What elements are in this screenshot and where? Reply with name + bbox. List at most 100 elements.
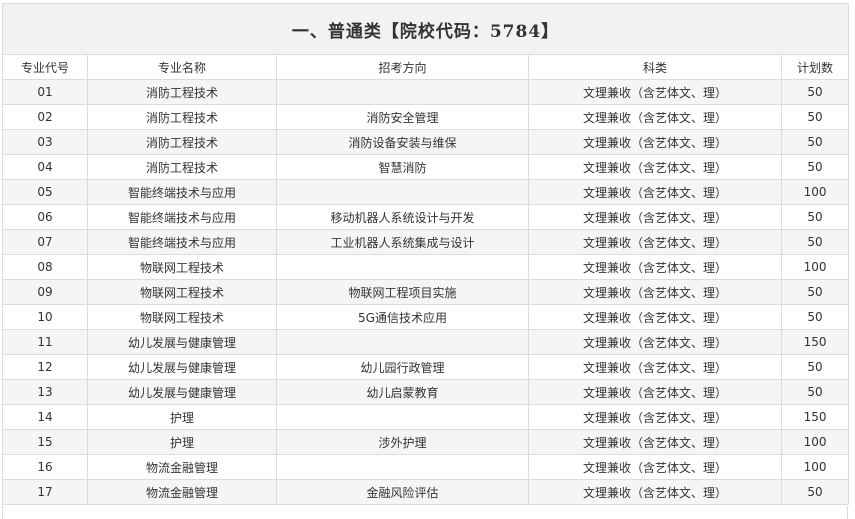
major-code-cell: 04 [2, 154, 88, 180]
category-cell: 文理兼收（含艺体文、理） [528, 229, 782, 255]
direction-cell [276, 179, 529, 205]
plan-count-cell: 50 [780, 204, 850, 230]
direction-cell [276, 254, 529, 280]
table-row: 14 护理 文理兼收（含艺体文、理） 150 [2, 404, 850, 430]
plan-count-cell: 50 [780, 104, 850, 130]
table-row: 04 消防工程技术 智慧消防 文理兼收（含艺体文、理） 50 [2, 154, 850, 180]
direction-cell: 消防安全管理 [276, 104, 529, 130]
category-cell: 文理兼收（含艺体文、理） [528, 204, 782, 230]
major-name-cell: 幼儿发展与健康管理 [87, 354, 277, 380]
page: 一、普通类【院校代码：5784】 专业代号 专业名称 招考方向 科类 计划数 0… [0, 0, 855, 519]
category-cell: 文理兼收（含艺体文、理） [528, 379, 782, 405]
major-name-cell: 幼儿发展与健康管理 [87, 379, 277, 405]
major-code-cell: 12 [2, 354, 88, 380]
category-cell: 文理兼收（含艺体文、理） [528, 279, 782, 305]
direction-cell: 消防设备安装与维保 [276, 129, 529, 155]
plan-count-cell: 50 [780, 79, 850, 105]
header-category: 科类 [528, 54, 782, 80]
major-name-cell: 消防工程技术 [87, 79, 277, 105]
major-name-cell: 消防工程技术 [87, 154, 277, 180]
direction-cell: 智慧消防 [276, 154, 529, 180]
major-code-cell: 05 [2, 179, 88, 205]
major-name-cell: 消防工程技术 [87, 129, 277, 155]
major-name-cell: 幼儿发展与健康管理 [87, 329, 277, 355]
direction-cell: 涉外护理 [276, 429, 529, 455]
table-continuation [2, 506, 848, 519]
major-name-cell: 物联网工程技术 [87, 304, 277, 330]
category-cell: 文理兼收（含艺体文、理） [528, 354, 782, 380]
plan-count-cell: 100 [780, 454, 850, 480]
major-name-cell: 物联网工程技术 [87, 279, 277, 305]
plan-count-cell: 50 [780, 379, 850, 405]
plan-count-cell: 150 [780, 329, 850, 355]
direction-cell: 金融风险评估 [276, 479, 529, 505]
major-code-cell: 07 [2, 229, 88, 255]
major-code-cell: 13 [2, 379, 88, 405]
major-code-cell: 16 [2, 454, 88, 480]
category-cell: 文理兼收（含艺体文、理） [528, 404, 782, 430]
plan-count-cell: 50 [780, 229, 850, 255]
plan-count-cell: 150 [780, 404, 850, 430]
plan-count-cell: 100 [780, 179, 850, 205]
major-code-cell: 02 [2, 104, 88, 130]
major-code-cell: 06 [2, 204, 88, 230]
major-code-cell: 01 [2, 79, 88, 105]
table-row: 06 智能终端技术与应用 移动机器人系统设计与开发 文理兼收（含艺体文、理） 50 [2, 204, 850, 230]
direction-cell: 工业机器人系统集成与设计 [276, 229, 529, 255]
major-name-cell: 物流金融管理 [87, 479, 277, 505]
plan-count-cell: 100 [780, 429, 850, 455]
direction-cell: 幼儿园行政管理 [276, 354, 529, 380]
category-cell: 文理兼收（含艺体文、理） [528, 304, 782, 330]
plan-count-cell: 100 [780, 254, 850, 280]
plan-count-cell: 50 [780, 154, 850, 180]
table-header-row: 专业代号 专业名称 招考方向 科类 计划数 [2, 54, 850, 80]
enrollment-plan-table: 一、普通类【院校代码：5784】 专业代号 专业名称 招考方向 科类 计划数 0… [1, 3, 850, 505]
plan-count-cell: 50 [780, 354, 850, 380]
category-cell: 文理兼收（含艺体文、理） [528, 129, 782, 155]
major-code-cell: 03 [2, 129, 88, 155]
table-row: 01 消防工程技术 文理兼收（含艺体文、理） 50 [2, 79, 850, 105]
table-row: 17 物流金融管理 金融风险评估 文理兼收（含艺体文、理） 50 [2, 479, 850, 505]
direction-cell [276, 79, 529, 105]
direction-cell: 移动机器人系统设计与开发 [276, 204, 529, 230]
major-name-cell: 智能终端技术与应用 [87, 204, 277, 230]
category-cell: 文理兼收（含艺体文、理） [528, 79, 782, 105]
major-name-cell: 智能终端技术与应用 [87, 179, 277, 205]
major-code-cell: 17 [2, 479, 88, 505]
major-name-cell: 物流金融管理 [87, 454, 277, 480]
header-plan-count: 计划数 [780, 54, 850, 80]
table-row: 11 幼儿发展与健康管理 文理兼收（含艺体文、理） 150 [2, 329, 850, 355]
category-cell: 文理兼收（含艺体文、理） [528, 479, 782, 505]
major-name-cell: 护理 [87, 429, 277, 455]
table-row: 05 智能终端技术与应用 文理兼收（含艺体文、理） 100 [2, 179, 850, 205]
category-cell: 文理兼收（含艺体文、理） [528, 254, 782, 280]
table-title: 一、普通类【院校代码：5784】 [1, 3, 850, 55]
table-row: 13 幼儿发展与健康管理 幼儿启蒙教育 文理兼收（含艺体文、理） 50 [2, 379, 850, 405]
major-name-cell: 消防工程技术 [87, 104, 277, 130]
major-code-cell: 09 [2, 279, 88, 305]
header-major-code: 专业代号 [2, 54, 88, 80]
category-cell: 文理兼收（含艺体文、理） [528, 429, 782, 455]
category-cell: 文理兼收（含艺体文、理） [528, 154, 782, 180]
category-cell: 文理兼收（含艺体文、理） [528, 454, 782, 480]
plan-count-cell: 50 [780, 304, 850, 330]
table-row: 08 物联网工程技术 文理兼收（含艺体文、理） 100 [2, 254, 850, 280]
table-title-row: 一、普通类【院校代码：5784】 [1, 3, 850, 55]
major-code-cell: 08 [2, 254, 88, 280]
plan-count-cell: 50 [780, 279, 850, 305]
major-name-cell: 智能终端技术与应用 [87, 229, 277, 255]
major-code-cell: 11 [2, 329, 88, 355]
plan-count-cell: 50 [780, 479, 850, 505]
plan-count-cell: 50 [780, 129, 850, 155]
major-name-cell: 物联网工程技术 [87, 254, 277, 280]
direction-cell [276, 454, 529, 480]
direction-cell: 幼儿启蒙教育 [276, 379, 529, 405]
table-row: 15 护理 涉外护理 文理兼收（含艺体文、理） 100 [2, 429, 850, 455]
table-row: 16 物流金融管理 文理兼收（含艺体文、理） 100 [2, 454, 850, 480]
major-code-cell: 14 [2, 404, 88, 430]
header-direction: 招考方向 [276, 54, 529, 80]
table-row: 02 消防工程技术 消防安全管理 文理兼收（含艺体文、理） 50 [2, 104, 850, 130]
major-code-cell: 15 [2, 429, 88, 455]
table-row: 12 幼儿发展与健康管理 幼儿园行政管理 文理兼收（含艺体文、理） 50 [2, 354, 850, 380]
table-row: 07 智能终端技术与应用 工业机器人系统集成与设计 文理兼收（含艺体文、理） 50 [2, 229, 850, 255]
